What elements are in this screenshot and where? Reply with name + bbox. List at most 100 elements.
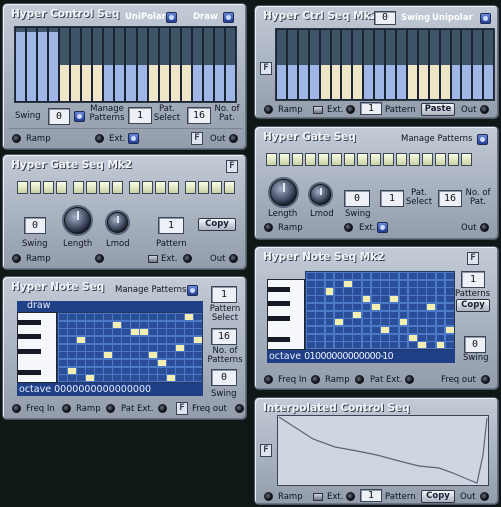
control-step-bar[interactable] <box>462 30 472 99</box>
note-cell[interactable] <box>362 273 371 280</box>
octave-row[interactable]: octave 0 0 0 0 0 0 0 0 0 0 0 0 0 0 0 0 <box>17 383 203 396</box>
gate-step[interactable] <box>435 153 446 166</box>
note-cell[interactable] <box>149 360 157 367</box>
control-step-bar[interactable] <box>386 30 395 99</box>
swing-value-box[interactable]: 0 <box>344 190 370 207</box>
note-cell[interactable] <box>445 273 454 280</box>
note-cell[interactable] <box>158 360 166 367</box>
length-knob[interactable] <box>270 179 297 206</box>
note-cell[interactable] <box>353 311 361 318</box>
swing-value-box[interactable]: 0 <box>48 108 70 125</box>
note-cell[interactable] <box>427 273 435 280</box>
note-cell[interactable] <box>427 296 435 303</box>
note-cell[interactable] <box>194 337 202 344</box>
note-cell[interactable] <box>149 329 157 336</box>
note-cell[interactable] <box>86 337 94 344</box>
control-step-bar[interactable] <box>331 30 341 99</box>
note-cell[interactable] <box>344 342 352 349</box>
note-cell[interactable] <box>353 303 361 310</box>
note-cell[interactable] <box>353 342 361 349</box>
note-cell[interactable] <box>371 288 380 295</box>
note-cell[interactable] <box>362 319 371 326</box>
note-cell[interactable] <box>390 288 398 295</box>
note-cell[interactable] <box>185 367 193 374</box>
note-cell[interactable] <box>418 296 426 303</box>
unipolar-toggle[interactable] <box>480 13 491 24</box>
note-cell[interactable] <box>176 344 184 351</box>
note-cell[interactable] <box>427 342 435 349</box>
note-cell[interactable] <box>86 321 94 328</box>
note-cell[interactable] <box>408 273 417 280</box>
note-cell[interactable] <box>68 337 76 344</box>
note-cell[interactable] <box>122 344 130 351</box>
note-cell[interactable] <box>427 280 435 287</box>
note-cell[interactable] <box>334 280 343 287</box>
note-cell[interactable] <box>399 311 408 318</box>
ramp-jack-icon[interactable] <box>12 254 21 263</box>
octave-row[interactable]: octave 0 1 0 0 0 0 0 0 0 0 0 0 0 0 -1 0 <box>267 350 455 363</box>
note-cell[interactable] <box>316 296 324 303</box>
control-step-bar[interactable] <box>170 28 180 101</box>
note-cell[interactable] <box>140 344 148 351</box>
note-cell[interactable] <box>104 337 112 344</box>
note-cell[interactable] <box>445 334 454 341</box>
note-cell[interactable] <box>418 280 426 287</box>
length-knob[interactable] <box>64 207 91 234</box>
note-cell[interactable] <box>113 344 121 351</box>
control-bar-editor[interactable] <box>14 26 237 103</box>
note-cell[interactable] <box>113 352 121 359</box>
note-cell[interactable] <box>185 360 193 367</box>
note-cell[interactable] <box>325 334 334 341</box>
gate-step[interactable] <box>461 153 472 166</box>
note-cell[interactable] <box>390 296 398 303</box>
control-step-bar[interactable] <box>364 30 374 99</box>
gate-step[interactable] <box>43 181 54 194</box>
value-box[interactable]: 0 <box>374 11 396 25</box>
note-cell[interactable] <box>408 326 417 334</box>
note-cell[interactable] <box>316 280 324 287</box>
note-cell[interactable] <box>176 321 184 328</box>
num-patterns-box[interactable]: 16 <box>438 190 462 207</box>
ramp-jack-icon[interactable] <box>311 375 320 384</box>
note-cell[interactable] <box>408 288 417 295</box>
note-cell[interactable] <box>344 319 352 326</box>
note-cell[interactable] <box>390 342 398 349</box>
pattern-value-box[interactable]: 1 <box>360 489 382 502</box>
note-cell[interactable] <box>176 314 184 321</box>
ramp-jack-icon[interactable] <box>264 223 273 232</box>
note-cell[interactable] <box>95 344 103 351</box>
note-cell[interactable] <box>158 367 166 374</box>
note-cell[interactable] <box>140 337 148 344</box>
note-cell[interactable] <box>167 367 175 374</box>
note-cell[interactable] <box>86 360 94 367</box>
note-cell[interactable] <box>399 334 408 341</box>
note-cell[interactable] <box>353 273 361 280</box>
note-cell[interactable] <box>77 360 85 367</box>
pat-ext-jack-icon[interactable] <box>106 404 115 413</box>
note-cell[interactable] <box>362 288 371 295</box>
note-cell[interactable] <box>86 352 94 359</box>
note-cell[interactable] <box>325 280 334 287</box>
control-step-bar[interactable] <box>214 28 224 101</box>
pattern-value-box[interactable]: 1 <box>158 217 184 234</box>
manage-patterns-button[interactable] <box>187 285 198 296</box>
note-cell[interactable] <box>131 344 139 351</box>
note-cell[interactable] <box>408 296 417 303</box>
note-cell[interactable] <box>445 319 454 326</box>
note-cell[interactable] <box>167 360 175 367</box>
note-cell[interactable] <box>149 337 157 344</box>
note-cell[interactable] <box>95 360 103 367</box>
draw-bar[interactable]: draw <box>17 301 203 312</box>
note-cell[interactable] <box>140 367 148 374</box>
note-cell[interactable] <box>436 311 445 318</box>
note-cell[interactable] <box>334 303 343 310</box>
control-step-bar[interactable] <box>38 28 48 101</box>
pat-ext-out-jack-icon[interactable] <box>158 404 167 413</box>
note-cell[interactable] <box>149 352 157 359</box>
note-cell[interactable] <box>427 326 435 334</box>
note-cell[interactable] <box>445 303 454 310</box>
note-cell[interactable] <box>131 352 139 359</box>
note-cell[interactable] <box>131 367 139 374</box>
note-cell[interactable] <box>113 337 121 344</box>
note-cell[interactable] <box>325 311 334 318</box>
